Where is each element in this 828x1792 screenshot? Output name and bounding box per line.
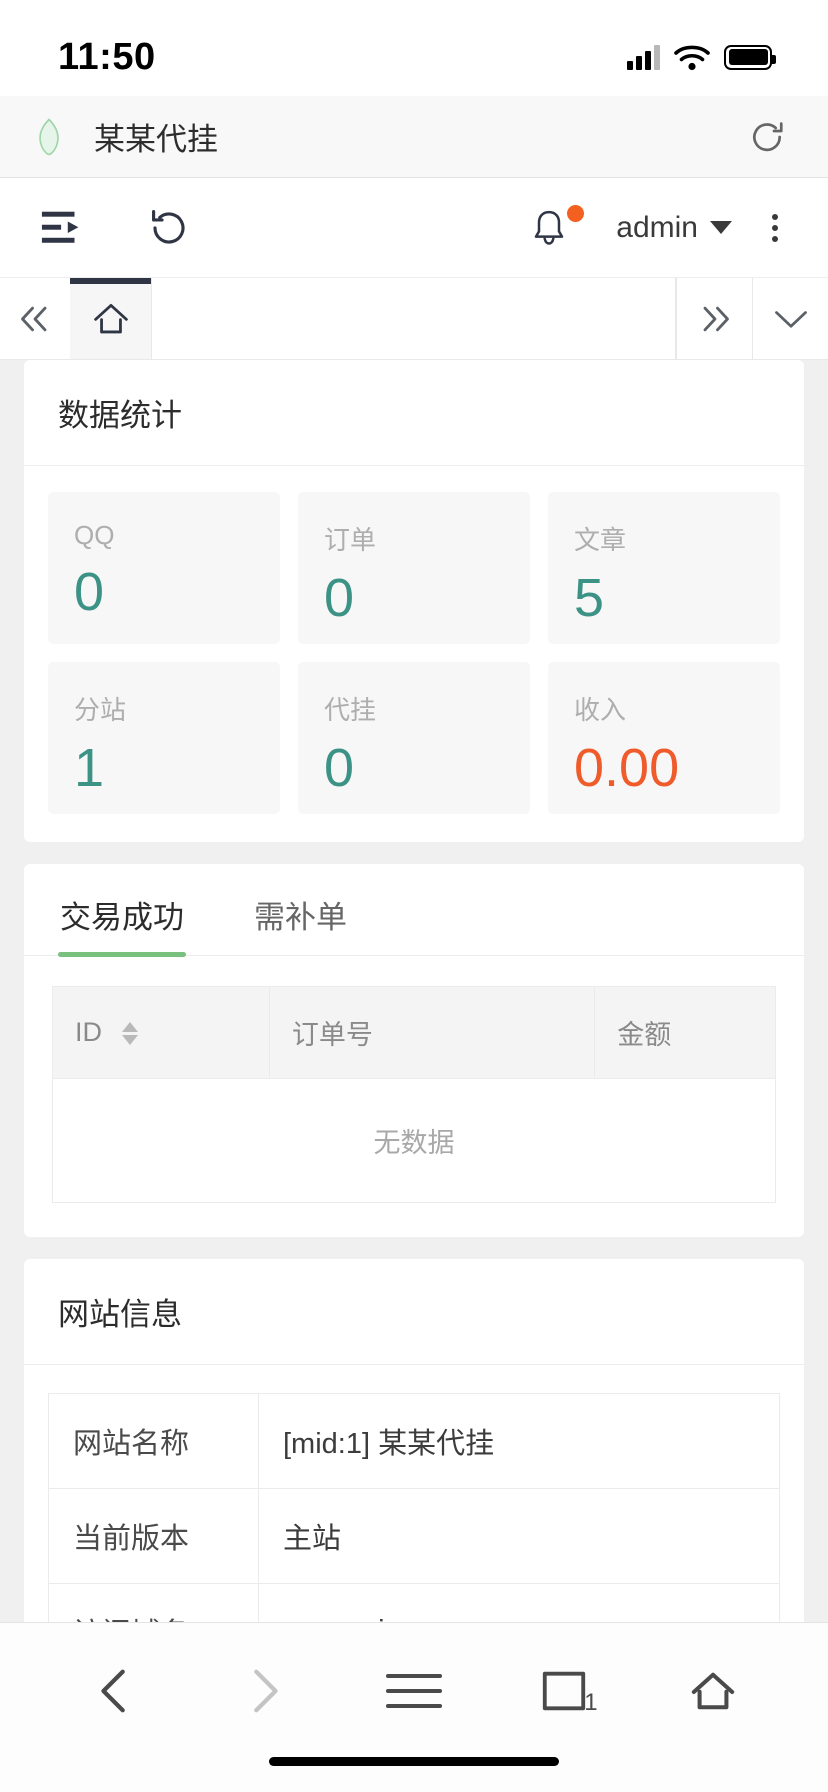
page-content: 数据统计 QQ 0 订单 0 文章 5 分站 1 代挂 0 收入 0.00 交易… bbox=[0, 360, 828, 1622]
stat-tile[interactable]: 收入 0.00 bbox=[548, 662, 780, 814]
stat-value: 0 bbox=[324, 738, 355, 798]
shield-icon bbox=[39, 117, 59, 155]
table-header-row: ID 订单号 金额 bbox=[52, 986, 776, 1079]
stat-label: 订单 bbox=[324, 525, 377, 555]
tabstrip-next-button[interactable] bbox=[676, 278, 752, 359]
page-title: 某某代挂 bbox=[94, 122, 218, 157]
nav-menu-button[interactable] bbox=[374, 1651, 454, 1731]
forward-chevron-icon bbox=[254, 1669, 279, 1713]
stat-value: 1 bbox=[74, 738, 105, 798]
table-row: 网站名称 [mid:1] 某某代挂 bbox=[48, 1393, 780, 1489]
refresh-icon[interactable] bbox=[148, 207, 190, 249]
stat-label: 文章 bbox=[574, 525, 627, 555]
double-chevron-left-icon bbox=[21, 306, 47, 331]
kebab-menu-icon[interactable] bbox=[758, 213, 792, 242]
phone-screen: 11:50 某某代挂 admin 数据统计 QQ 0 订单 0 文章 5 分站 … bbox=[0, 0, 828, 1792]
caret-down-icon[interactable] bbox=[710, 221, 732, 234]
column-header-id[interactable]: ID bbox=[52, 986, 270, 1079]
back-chevron-icon bbox=[101, 1669, 125, 1713]
info-key-site-name: 网站名称 bbox=[48, 1393, 259, 1489]
status-bar: 11:50 bbox=[0, 0, 828, 96]
hamburger-menu-icon bbox=[385, 1674, 442, 1708]
nav-back-button[interactable] bbox=[75, 1651, 155, 1731]
stat-value: 0 bbox=[74, 562, 105, 622]
tabstrip-prev-button[interactable] bbox=[0, 278, 70, 359]
stat-value: 0 bbox=[324, 568, 355, 628]
sort-arrows-icon[interactable] bbox=[121, 1022, 138, 1046]
site-info-title: 网站信息 bbox=[24, 1259, 804, 1365]
stat-value: 0.00 bbox=[574, 738, 680, 798]
table-empty-row: 无数据 bbox=[53, 1079, 776, 1203]
info-value-domain[interactable]: cos.roui.cn bbox=[258, 1583, 780, 1622]
stat-label: QQ bbox=[74, 520, 115, 550]
admin-toolbar: admin bbox=[0, 178, 828, 278]
tabs-square-icon bbox=[542, 1671, 585, 1711]
column-label: ID bbox=[75, 1017, 102, 1047]
status-clock: 11:50 bbox=[58, 35, 156, 78]
stat-label: 代挂 bbox=[324, 695, 377, 725]
stat-tile[interactable]: 分站 1 bbox=[48, 662, 280, 814]
tab-count-label: 1 bbox=[584, 1689, 598, 1716]
browser-title-bar: 某某代挂 bbox=[0, 96, 828, 178]
tabstrip-filler bbox=[152, 278, 676, 359]
nav-forward-button[interactable] bbox=[224, 1651, 304, 1731]
stat-tile[interactable]: QQ 0 bbox=[48, 492, 280, 644]
menu-indent-icon[interactable] bbox=[40, 208, 86, 248]
browser-bottom-nav: 1 bbox=[0, 1622, 828, 1792]
stats-card: 数据统计 QQ 0 订单 0 文章 5 分站 1 代挂 0 收入 0.00 bbox=[24, 360, 804, 842]
info-value-site-name: [mid:1] 某某代挂 bbox=[258, 1393, 780, 1489]
table-row: 访问域名 cos.roui.cn bbox=[48, 1583, 780, 1622]
stat-tile[interactable]: 文章 5 bbox=[548, 492, 780, 644]
tabstrip-dropdown-button[interactable] bbox=[752, 278, 828, 359]
nav-home-button[interactable] bbox=[673, 1651, 753, 1731]
empty-state-text: 无数据 bbox=[373, 1128, 455, 1158]
notification-dot bbox=[567, 204, 585, 222]
tab-transaction-success[interactable]: 交易成功 bbox=[58, 870, 186, 957]
nav-tabs-button[interactable]: 1 bbox=[524, 1651, 604, 1731]
stats-grid: QQ 0 订单 0 文章 5 分站 1 代挂 0 收入 0.00 bbox=[48, 492, 780, 814]
double-chevron-right-icon bbox=[703, 306, 729, 331]
stats-card-title: 数据统计 bbox=[24, 360, 804, 466]
table-row: 当前版本 主站 bbox=[48, 1488, 780, 1584]
orders-table: ID 订单号 金额 无数据 bbox=[52, 986, 776, 1203]
orders-tabs: 交易成功 需补单 bbox=[24, 864, 804, 957]
stat-value: 5 bbox=[574, 568, 605, 628]
user-menu[interactable]: admin bbox=[594, 211, 732, 245]
cellular-signal-icon bbox=[627, 44, 660, 70]
reload-icon[interactable] bbox=[748, 118, 786, 156]
stat-tile[interactable]: 订单 0 bbox=[298, 492, 530, 644]
username-label: admin bbox=[616, 210, 698, 244]
orders-card: 交易成功 需补单 ID 订单号 金额 无数据 bbox=[24, 864, 804, 1237]
chevron-down-icon bbox=[774, 310, 807, 328]
info-key-version: 当前版本 bbox=[48, 1488, 259, 1584]
stat-label: 分站 bbox=[74, 695, 127, 725]
site-info-table: 网站名称 [mid:1] 某某代挂 当前版本 主站 访问域名 cos.roui.… bbox=[48, 1393, 780, 1622]
column-header-amount[interactable]: 金额 bbox=[594, 986, 776, 1079]
stat-label: 收入 bbox=[574, 695, 627, 725]
info-key-domain: 访问域名 bbox=[48, 1583, 259, 1622]
status-icons bbox=[627, 44, 776, 71]
battery-icon bbox=[724, 44, 776, 70]
bell-icon[interactable] bbox=[530, 208, 568, 248]
tab-home[interactable] bbox=[70, 278, 152, 359]
tab-strip bbox=[0, 278, 828, 360]
notification-bell[interactable] bbox=[530, 204, 585, 248]
wifi-icon bbox=[674, 45, 710, 70]
column-header-order-no[interactable]: 订单号 bbox=[269, 986, 596, 1079]
home-icon bbox=[93, 303, 128, 333]
info-value-version: 主站 bbox=[258, 1488, 780, 1584]
home-outline-icon bbox=[691, 1672, 735, 1710]
stat-tile[interactable]: 代挂 0 bbox=[298, 662, 530, 814]
site-info-card: 网站信息 网站名称 [mid:1] 某某代挂 当前版本 主站 访问域名 bbox=[24, 1259, 804, 1622]
home-indicator bbox=[269, 1757, 559, 1766]
tab-needs-resupply[interactable]: 需补单 bbox=[252, 870, 349, 955]
